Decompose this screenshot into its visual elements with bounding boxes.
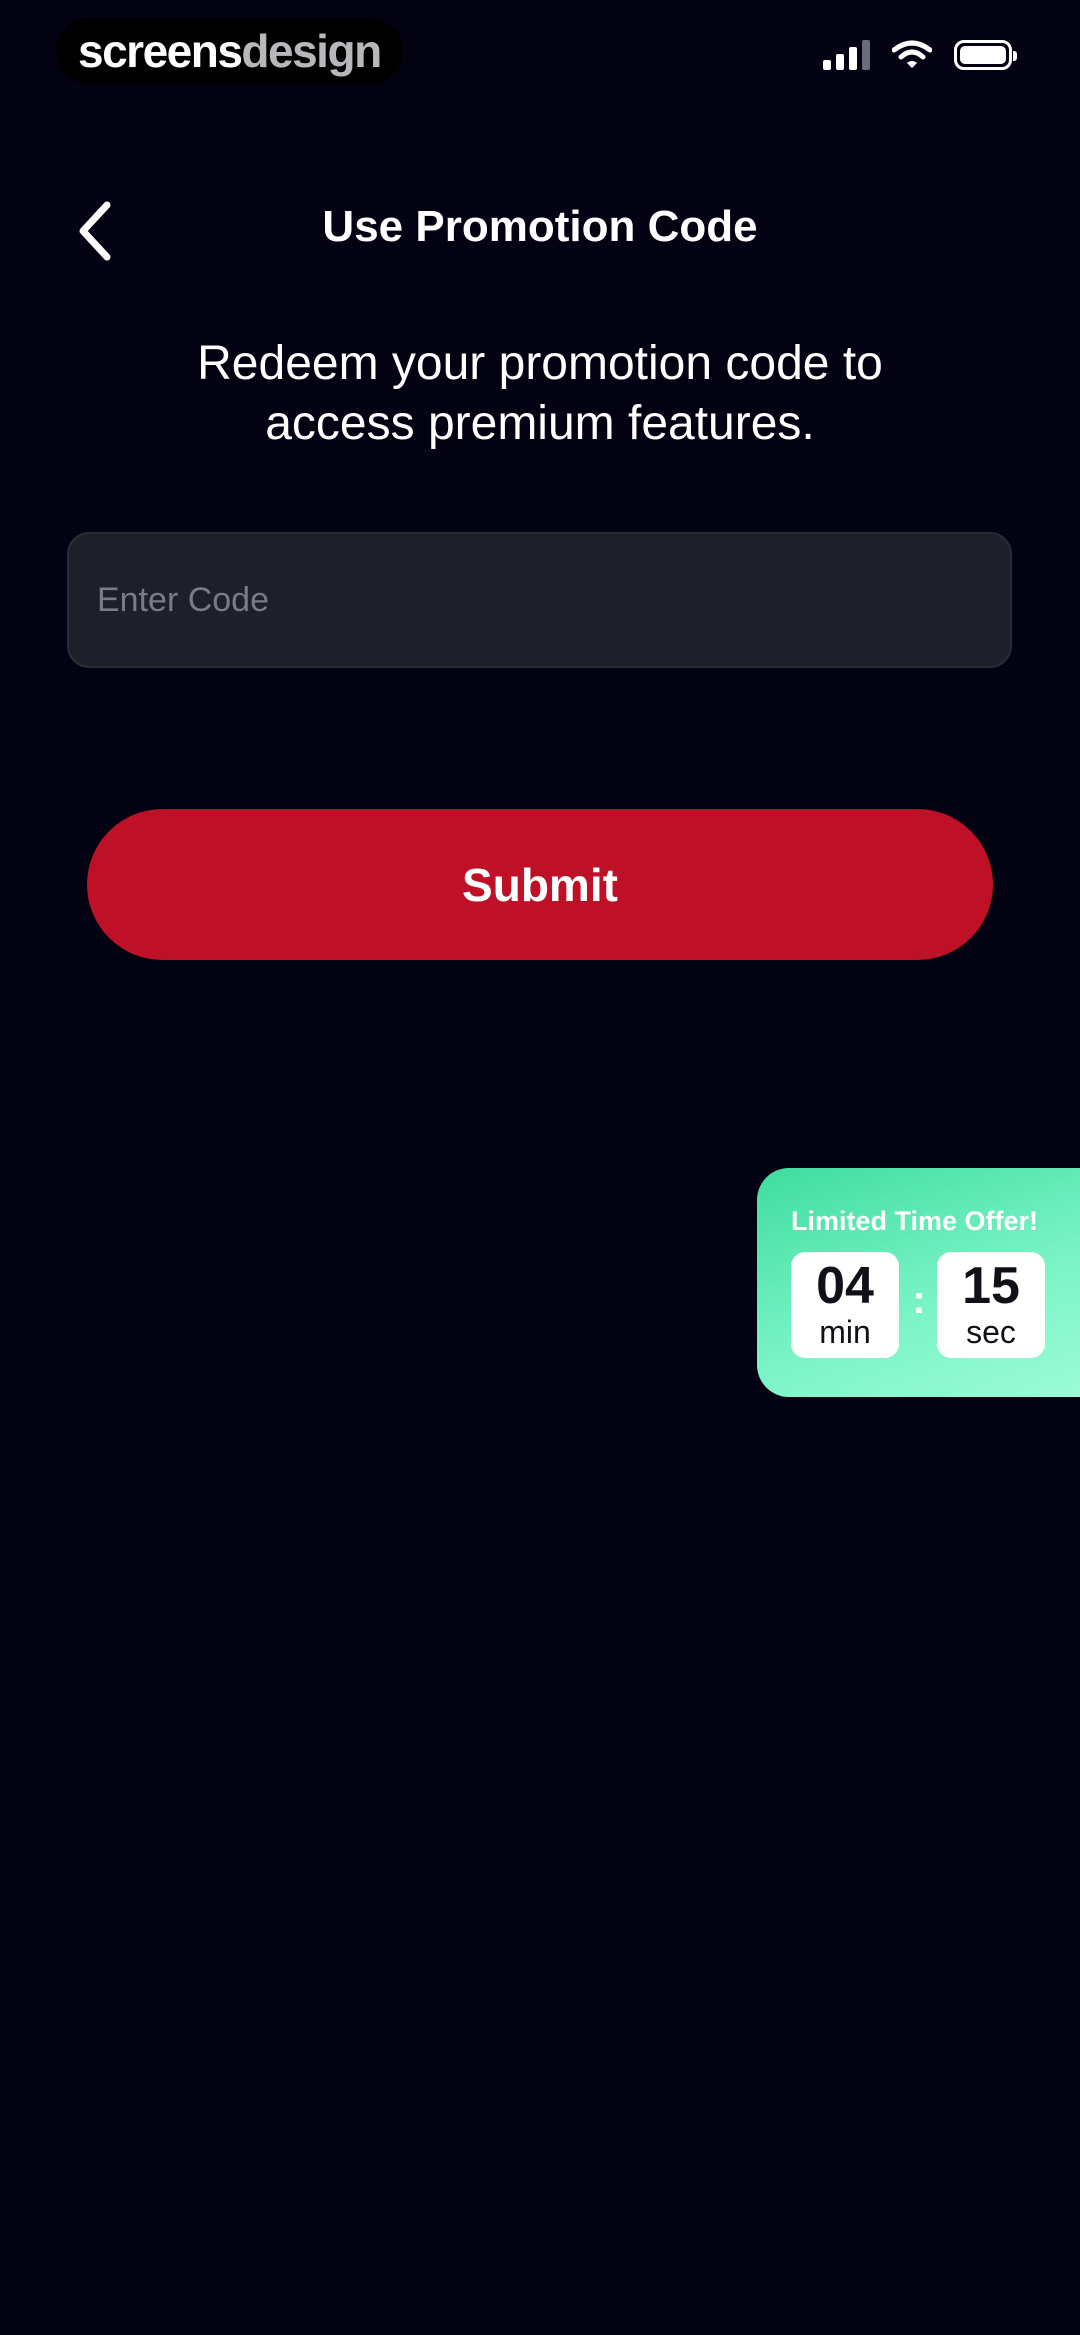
limited-offer-card[interactable]: Limited Time Offer! 04 min : 15 sec <box>757 1168 1080 1397</box>
status-bar: screens design <box>0 0 1080 120</box>
description-line-1: Redeem your promotion code to <box>197 337 883 390</box>
seconds-unit: sec <box>966 1314 1016 1350</box>
minutes-value: 04 <box>816 1257 874 1315</box>
offer-title: Limited Time Offer! <box>791 1206 1039 1236</box>
seconds-box: 15 sec <box>937 1252 1045 1358</box>
minutes-unit: min <box>819 1314 871 1350</box>
screensdesign-watermark: screens design <box>56 18 403 84</box>
minutes-box: 04 min <box>791 1252 899 1358</box>
submit-button[interactable]: Submit <box>87 809 993 960</box>
wifi-icon <box>892 40 932 68</box>
cellular-signal-icon <box>823 40 870 70</box>
header: Use Promotion Code <box>0 180 1080 280</box>
promo-code-input[interactable] <box>67 532 1012 668</box>
battery-icon <box>954 40 1017 70</box>
status-icons <box>823 40 1017 70</box>
seconds-value: 15 <box>962 1257 1020 1315</box>
description-text: Redeem your promotion code to access pre… <box>120 334 960 454</box>
time-separator: : <box>912 1278 926 1322</box>
watermark-part-1: screens <box>78 25 243 77</box>
watermark-part-2: design <box>241 25 382 77</box>
description-line-2: access premium features. <box>265 397 815 450</box>
page-title: Use Promotion Code <box>322 202 758 251</box>
